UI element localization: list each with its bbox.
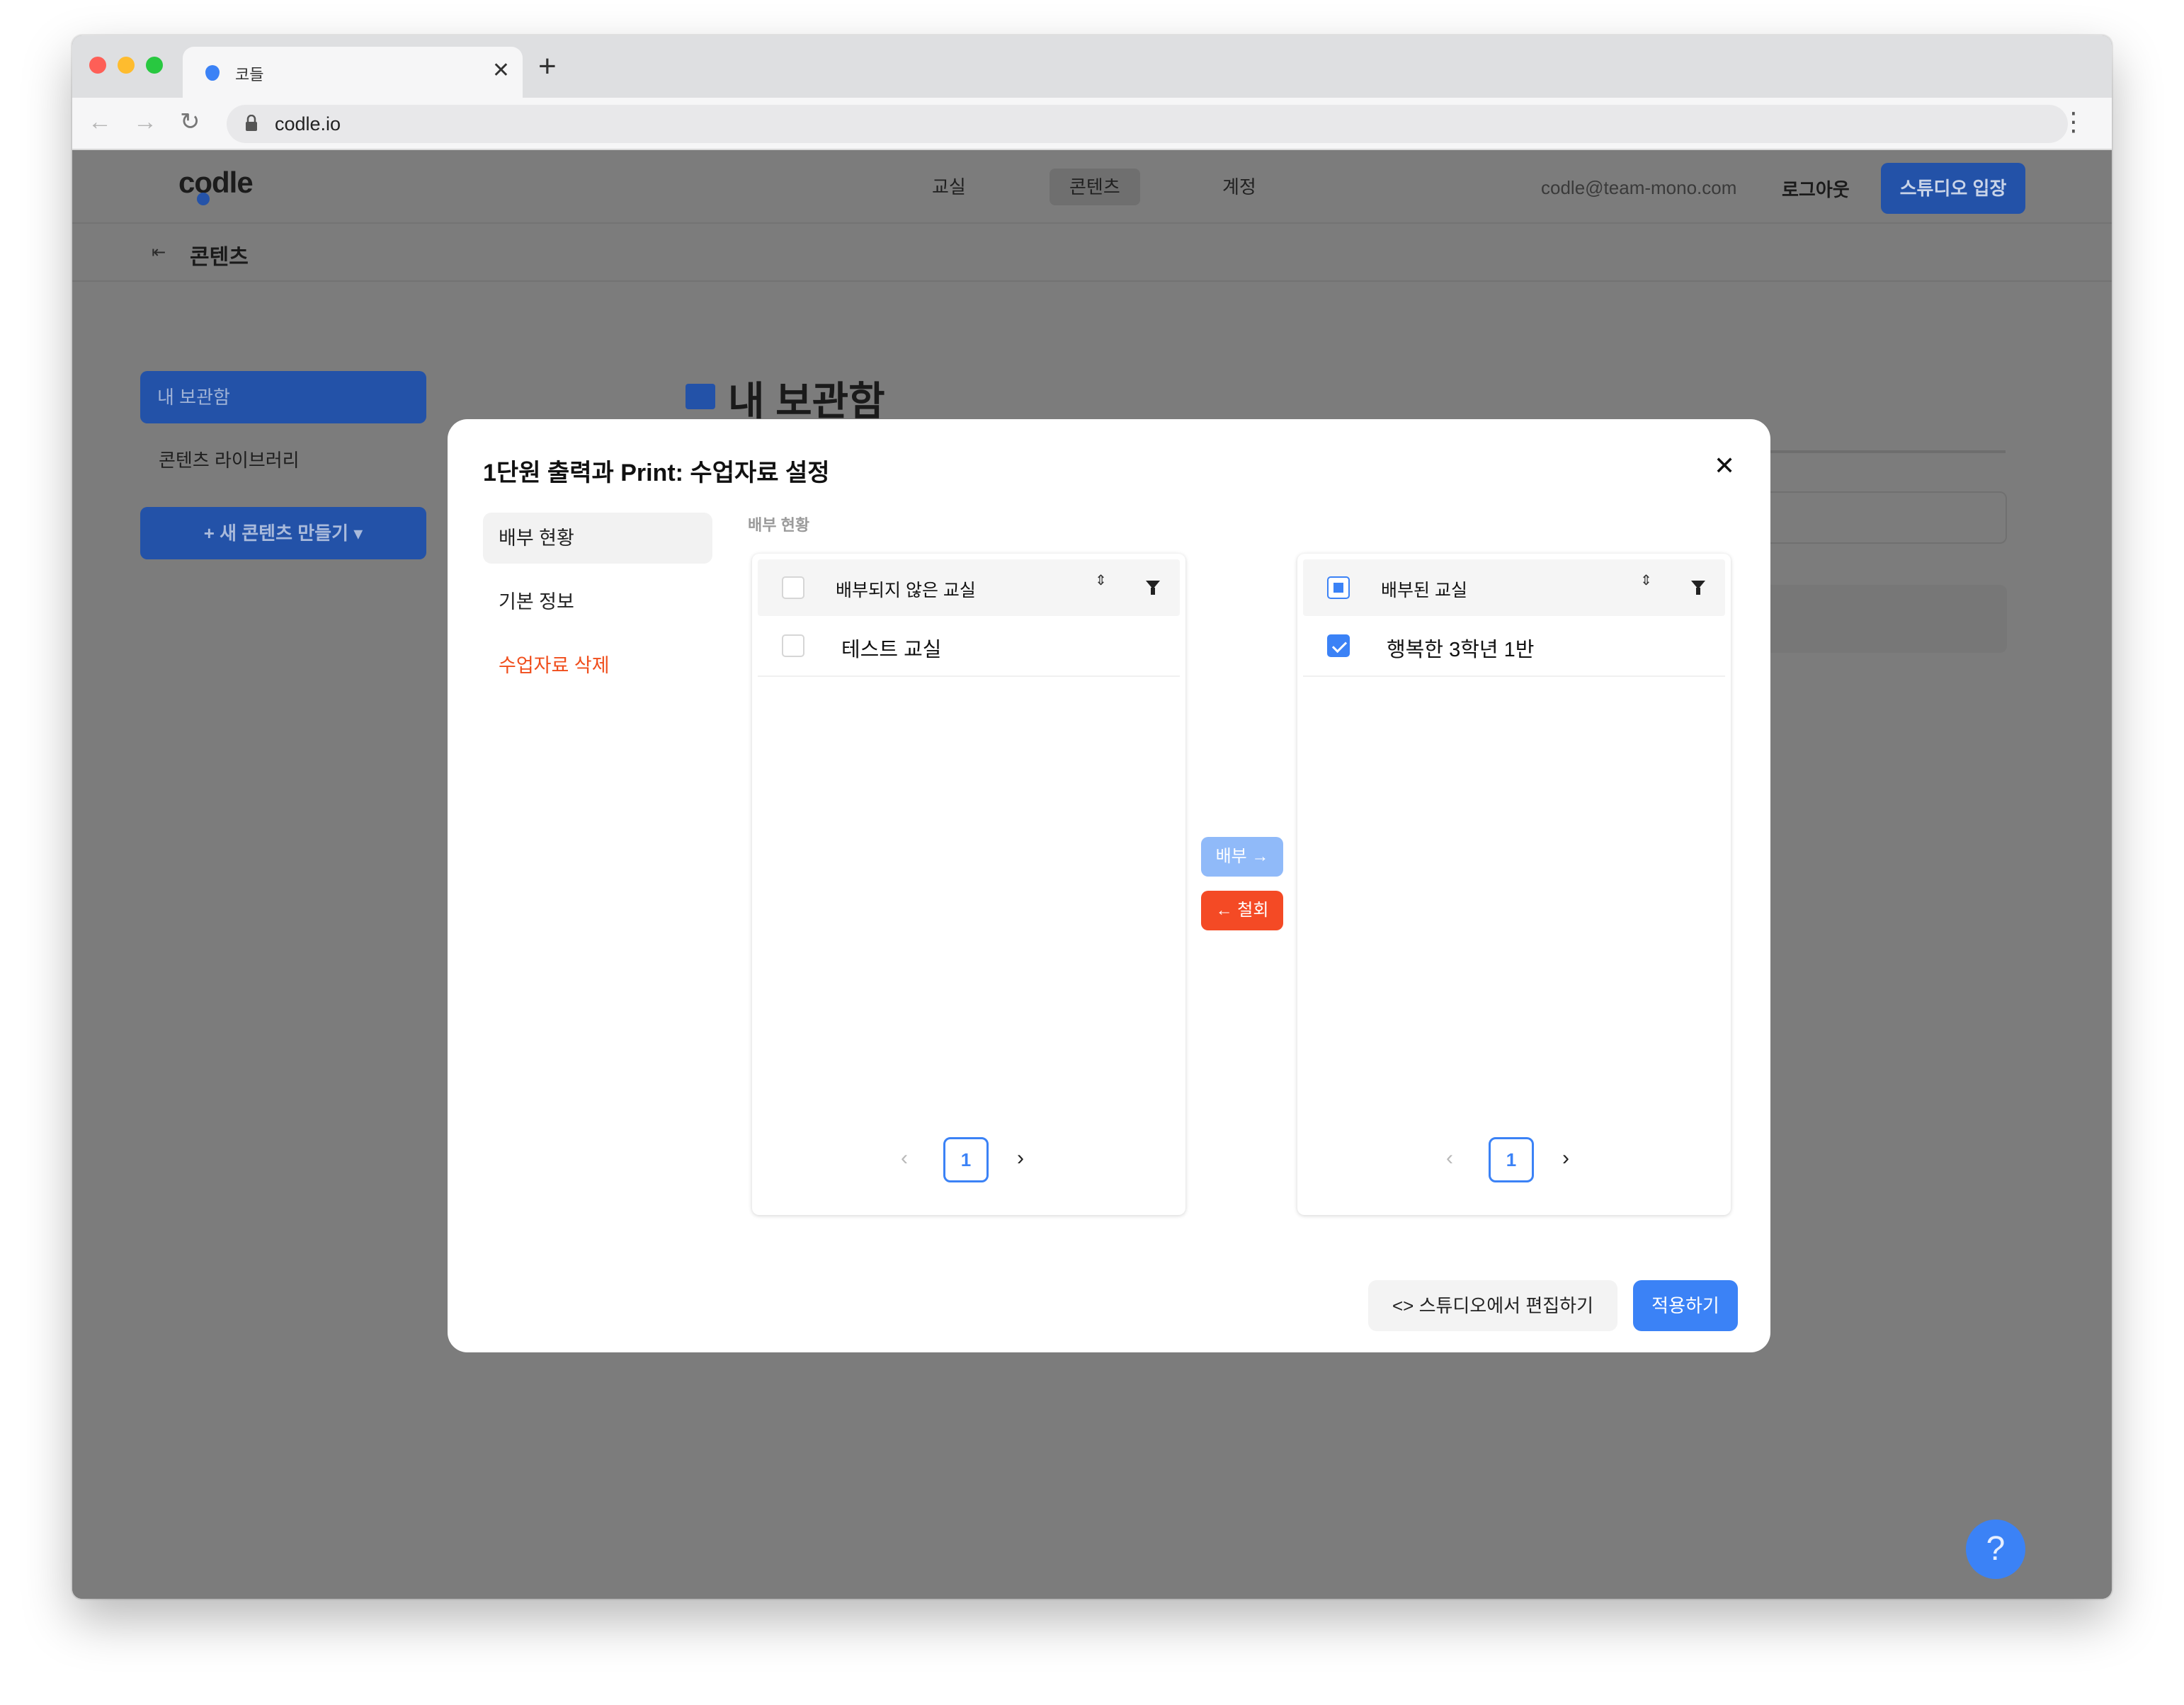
section-title: 콘텐츠: [190, 246, 249, 269]
help-button[interactable]: ?: [1966, 1519, 2025, 1579]
minimize-window-button[interactable]: [118, 57, 135, 74]
page-title: 내 보관함: [728, 379, 885, 423]
sidebar-item-my-storage[interactable]: 내 보관함: [140, 371, 426, 423]
chevron-right-icon[interactable]: ›: [1562, 1144, 1569, 1173]
zoom-window-button[interactable]: [146, 57, 163, 74]
list-item[interactable]: 테스트 교실: [758, 616, 1180, 677]
modal-title: 1단원 출력과 Print: 수업자료 설정: [483, 460, 830, 486]
sort-icon[interactable]: ⇕: [1095, 574, 1107, 588]
select-all-checkbox[interactable]: [1327, 576, 1350, 599]
sort-icon[interactable]: ⇕: [1640, 574, 1652, 588]
url-field[interactable]: codle.io: [227, 105, 2068, 143]
collapse-menu-icon[interactable]: ⇤: [152, 242, 166, 263]
new-tab-button[interactable]: +: [538, 51, 557, 82]
pagination: ‹ 1 ›: [1297, 1137, 1731, 1184]
chevron-left-icon[interactable]: ‹: [1446, 1144, 1453, 1173]
list-header: 배부된 교실 ⇕: [1303, 559, 1725, 616]
address-bar: ← → ↻ codle.io ⋮: [72, 98, 2112, 150]
lock-icon: [246, 115, 257, 131]
modal-nav-distribution-status[interactable]: 배부 현황: [483, 513, 712, 564]
modal-close-icon[interactable]: ✕: [1714, 452, 1735, 480]
list-header-label: 배부된 교실: [1381, 581, 1467, 600]
user-email: codle@team-mono.com: [1541, 177, 1737, 198]
favicon-icon: [205, 65, 220, 81]
row-checkbox[interactable]: [1327, 634, 1350, 657]
forward-icon[interactable]: →: [133, 108, 157, 136]
inbox-icon: [686, 384, 715, 409]
browser-menu-icon[interactable]: ⋮: [2061, 105, 2086, 139]
codle-logo[interactable]: codle: [178, 166, 254, 200]
material-settings-modal: 1단원 출력과 Print: 수업자료 설정 ✕ 배부 현황 기본 정보 수업자…: [448, 419, 1770, 1352]
nav-contents[interactable]: 콘텐츠: [1050, 169, 1140, 205]
assigned-classroom-list: 배부된 교실 ⇕ 행복한 3학년 1반 ‹ 1 ›: [1297, 554, 1731, 1215]
modal-nav-basic-info[interactable]: 기본 정보: [483, 576, 712, 627]
chevron-left-icon[interactable]: ‹: [901, 1144, 908, 1173]
classroom-name: 테스트 교실: [841, 639, 942, 661]
new-content-button[interactable]: + 새 콘텐츠 만들기 ▾: [140, 507, 426, 559]
list-header-label: 배부되지 않은 교실: [836, 581, 976, 600]
logo-pin-icon: [197, 193, 210, 205]
page-number[interactable]: 1: [943, 1137, 989, 1182]
pagination: ‹ 1 ›: [752, 1137, 1185, 1184]
revoke-button[interactable]: ← 철회: [1201, 891, 1283, 930]
enter-studio-button[interactable]: 스튜디오 입장: [1881, 163, 2025, 214]
reload-icon[interactable]: ↻: [180, 108, 200, 136]
select-all-checkbox[interactable]: [782, 576, 804, 599]
sidebar-item-content-library[interactable]: 콘텐츠 라이브러리: [159, 446, 300, 472]
back-icon[interactable]: ←: [88, 108, 112, 136]
list-item[interactable]: 행복한 3학년 1반: [1303, 616, 1725, 677]
row-checkbox[interactable]: [782, 634, 804, 657]
classroom-name: 행복한 3학년 1반: [1387, 639, 1535, 661]
close-window-button[interactable]: [89, 57, 106, 74]
logout-button[interactable]: 로그아웃: [1782, 176, 1850, 202]
browser-tab[interactable]: 코들 ✕: [183, 47, 523, 98]
nav-account[interactable]: 계정: [1202, 169, 1276, 205]
sub-header: ⇤ 콘텐츠: [72, 224, 2112, 282]
url-text: codle.io: [275, 113, 341, 135]
assign-button[interactable]: 배부 →: [1201, 837, 1283, 877]
nav-classroom[interactable]: 교실: [912, 169, 986, 205]
apply-button[interactable]: 적용하기: [1633, 1280, 1738, 1331]
tab-title: 코들: [235, 66, 264, 84]
chevron-right-icon[interactable]: ›: [1017, 1144, 1024, 1173]
modal-nav-delete-material[interactable]: 수업자료 삭제: [483, 640, 712, 691]
app-header: codle 교실 콘텐츠 계정 codle@team-mono.com 로그아웃…: [72, 150, 2112, 224]
unassigned-classroom-list: 배부되지 않은 교실 ⇕ 테스트 교실 ‹ 1 ›: [752, 554, 1185, 1215]
edit-in-studio-button[interactable]: <> 스튜디오에서 편집하기: [1368, 1280, 1617, 1331]
section-label: 배부 현황: [748, 516, 810, 534]
list-header: 배부되지 않은 교실 ⇕: [758, 559, 1180, 616]
page-number[interactable]: 1: [1489, 1137, 1534, 1182]
browser-titlebar: 코들 ✕ +: [72, 35, 2112, 98]
tab-close-icon[interactable]: ✕: [492, 58, 510, 84]
